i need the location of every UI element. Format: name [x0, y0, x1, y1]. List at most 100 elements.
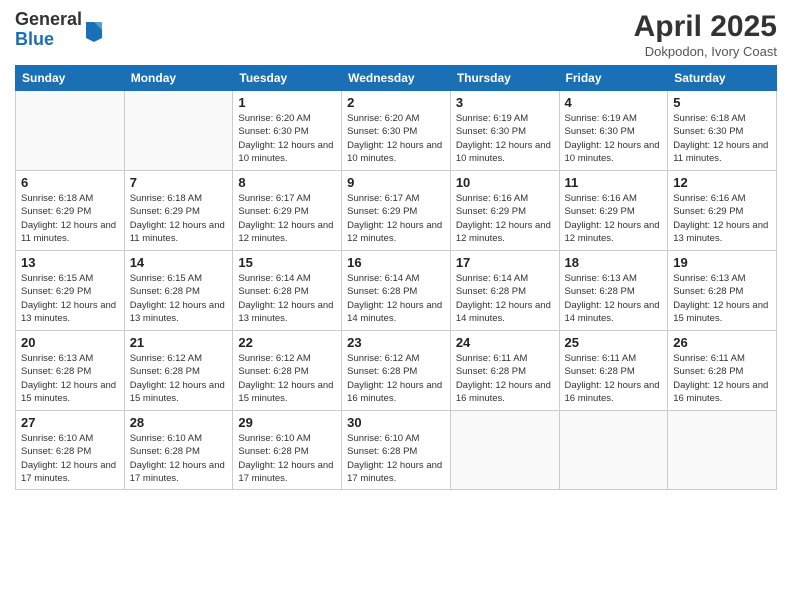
day-cell: 11Sunrise: 6:16 AM Sunset: 6:29 PM Dayli…: [559, 171, 668, 251]
week-row-4: 20Sunrise: 6:13 AM Sunset: 6:28 PM Dayli…: [16, 331, 777, 411]
day-info: Sunrise: 6:12 AM Sunset: 6:28 PM Dayligh…: [347, 352, 445, 405]
title-block: April 2025 Dokpodon, Ivory Coast: [634, 10, 777, 59]
logo-general: General: [15, 9, 82, 29]
calendar-table: SundayMondayTuesdayWednesdayThursdayFrid…: [15, 65, 777, 490]
day-info: Sunrise: 6:18 AM Sunset: 6:29 PM Dayligh…: [21, 192, 119, 245]
day-cell: 30 Sunrise: 6:10 AM Sunset: 6:28 PM Dayli…: [342, 411, 451, 490]
day-info: Sunrise: 6:17 AM Sunset: 6:29 PM Dayligh…: [238, 192, 336, 245]
day-info: Sunrise: 6:13 AM Sunset: 6:28 PM Dayligh…: [21, 352, 119, 405]
day-info: Sunrise: 6:12 AM Sunset: 6:28 PM Dayligh…: [238, 352, 336, 405]
day-cell: [16, 91, 125, 171]
day-info: Sunrise: 6:10 AM Sunset: 6:28 PM Dayligh…: [347, 432, 445, 485]
day-info: Sunrise: 6:14 AM Sunset: 6:28 PM Dayligh…: [238, 272, 336, 325]
day-number: 11: [565, 175, 663, 190]
day-number: 1: [238, 95, 336, 110]
day-cell: 26 Sunrise: 6:11 AM Sunset: 6:28 PM Dayli…: [668, 331, 777, 411]
day-info: Sunrise: 6:18 AM Sunset: 6:30 PM Dayligh…: [673, 112, 771, 165]
day-info: Sunrise: 6:19 AM Sunset: 6:30 PM Dayligh…: [456, 112, 554, 165]
week-row-1: 1 Sunrise: 6:20 AM Sunset: 6:30 PM Daylig…: [16, 91, 777, 171]
column-header-wednesday: Wednesday: [342, 66, 451, 91]
day-info: Sunrise: 6:14 AM Sunset: 6:28 PM Dayligh…: [347, 272, 445, 325]
day-cell: 2Sunrise: 6:20 AM Sunset: 6:30 PM Daylig…: [342, 91, 451, 171]
day-number: 25: [565, 335, 663, 350]
day-number: 19: [673, 255, 771, 270]
day-cell: 18 Sunrise: 6:13 AM Sunset: 6:28 PM Dayli…: [559, 251, 668, 331]
logo-icon: [84, 18, 104, 42]
day-cell: 3 Sunrise: 6:19 AM Sunset: 6:30 PM Daylig…: [450, 91, 559, 171]
day-number: 4: [565, 95, 663, 110]
day-number: 17: [456, 255, 554, 270]
day-number: 27: [21, 415, 119, 430]
logo-text: General Blue: [15, 10, 82, 50]
day-info: Sunrise: 6:10 AM Sunset: 6:28 PM Dayligh…: [130, 432, 228, 485]
day-number: 30: [347, 415, 445, 430]
logo: General Blue: [15, 10, 104, 50]
day-cell: [450, 411, 559, 490]
day-cell: 6 Sunrise: 6:18 AM Sunset: 6:29 PM Daylig…: [16, 171, 125, 251]
day-number: 6: [21, 175, 119, 190]
logo-blue: Blue: [15, 29, 54, 49]
day-number: 22: [238, 335, 336, 350]
day-cell: 29Sunrise: 6:10 AM Sunset: 6:28 PM Dayli…: [233, 411, 342, 490]
column-header-friday: Friday: [559, 66, 668, 91]
day-info: Sunrise: 6:13 AM Sunset: 6:28 PM Dayligh…: [565, 272, 663, 325]
day-number: 21: [130, 335, 228, 350]
day-cell: 12 Sunrise: 6:16 AM Sunset: 6:29 PM Dayli…: [668, 171, 777, 251]
day-cell: 27Sunrise: 6:10 AM Sunset: 6:28 PM Dayli…: [16, 411, 125, 490]
day-cell: 22 Sunrise: 6:12 AM Sunset: 6:28 PM Dayli…: [233, 331, 342, 411]
header-row: SundayMondayTuesdayWednesdayThursdayFrid…: [16, 66, 777, 91]
day-number: 23: [347, 335, 445, 350]
day-number: 14: [130, 255, 228, 270]
day-info: Sunrise: 6:19 AM Sunset: 6:30 PM Dayligh…: [565, 112, 663, 165]
day-cell: 17Sunrise: 6:14 AM Sunset: 6:28 PM Dayli…: [450, 251, 559, 331]
day-number: 13: [21, 255, 119, 270]
column-header-monday: Monday: [124, 66, 233, 91]
day-number: 28: [130, 415, 228, 430]
day-cell: 10 Sunrise: 6:16 AM Sunset: 6:29 PM Dayli…: [450, 171, 559, 251]
day-number: 16: [347, 255, 445, 270]
day-info: Sunrise: 6:12 AM Sunset: 6:28 PM Dayligh…: [130, 352, 228, 405]
day-cell: 8Sunrise: 6:17 AM Sunset: 6:29 PM Daylig…: [233, 171, 342, 251]
day-cell: [668, 411, 777, 490]
day-cell: 28 Sunrise: 6:10 AM Sunset: 6:28 PM Dayli…: [124, 411, 233, 490]
day-cell: 20Sunrise: 6:13 AM Sunset: 6:28 PM Dayli…: [16, 331, 125, 411]
day-info: Sunrise: 6:11 AM Sunset: 6:28 PM Dayligh…: [456, 352, 554, 405]
day-info: Sunrise: 6:11 AM Sunset: 6:28 PM Dayligh…: [565, 352, 663, 405]
calendar-subtitle: Dokpodon, Ivory Coast: [634, 44, 777, 59]
day-cell: 15 Sunrise: 6:14 AM Sunset: 6:28 PM Dayli…: [233, 251, 342, 331]
column-header-sunday: Sunday: [16, 66, 125, 91]
day-info: Sunrise: 6:13 AM Sunset: 6:28 PM Dayligh…: [673, 272, 771, 325]
week-row-3: 13 Sunrise: 6:15 AM Sunset: 6:29 PM Dayli…: [16, 251, 777, 331]
day-cell: 5Sunrise: 6:18 AM Sunset: 6:30 PM Daylig…: [668, 91, 777, 171]
day-cell: [124, 91, 233, 171]
day-cell: 7Sunrise: 6:18 AM Sunset: 6:29 PM Daylig…: [124, 171, 233, 251]
day-number: 12: [673, 175, 771, 190]
day-number: 9: [347, 175, 445, 190]
day-info: Sunrise: 6:16 AM Sunset: 6:29 PM Dayligh…: [456, 192, 554, 245]
week-row-5: 27 Sunrise: 6:10 AM Sunset: 6:28 PM Dayli…: [16, 411, 777, 490]
day-info: Sunrise: 6:10 AM Sunset: 6:28 PM Dayligh…: [238, 432, 336, 485]
day-info: Sunrise: 6:16 AM Sunset: 6:29 PM Dayligh…: [673, 192, 771, 245]
day-info: Sunrise: 6:17 AM Sunset: 6:29 PM Dayligh…: [347, 192, 445, 245]
day-cell: 25 Sunrise: 6:11 AM Sunset: 6:28 PM Dayli…: [559, 331, 668, 411]
day-number: 15: [238, 255, 336, 270]
week-row-2: 6 Sunrise: 6:18 AM Sunset: 6:29 PM Daylig…: [16, 171, 777, 251]
day-info: Sunrise: 6:11 AM Sunset: 6:28 PM Dayligh…: [673, 352, 771, 405]
day-number: 18: [565, 255, 663, 270]
calendar-title: April 2025: [634, 10, 777, 44]
day-number: 24: [456, 335, 554, 350]
day-cell: 23 Sunrise: 6:12 AM Sunset: 6:28 PM Dayli…: [342, 331, 451, 411]
calendar-page: General Blue April 2025 Dokpodon, Ivory …: [0, 0, 792, 612]
column-header-saturday: Saturday: [668, 66, 777, 91]
day-cell: 13 Sunrise: 6:15 AM Sunset: 6:29 PM Dayli…: [16, 251, 125, 331]
day-cell: 19 Sunrise: 6:13 AM Sunset: 6:28 PM Dayli…: [668, 251, 777, 331]
day-info: Sunrise: 6:18 AM Sunset: 6:29 PM Dayligh…: [130, 192, 228, 245]
day-cell: 4 Sunrise: 6:19 AM Sunset: 6:30 PM Daylig…: [559, 91, 668, 171]
day-info: Sunrise: 6:20 AM Sunset: 6:30 PM Dayligh…: [238, 112, 336, 165]
column-header-tuesday: Tuesday: [233, 66, 342, 91]
day-number: 3: [456, 95, 554, 110]
day-number: 10: [456, 175, 554, 190]
header: General Blue April 2025 Dokpodon, Ivory …: [15, 10, 777, 59]
day-info: Sunrise: 6:15 AM Sunset: 6:29 PM Dayligh…: [21, 272, 119, 325]
day-number: 26: [673, 335, 771, 350]
